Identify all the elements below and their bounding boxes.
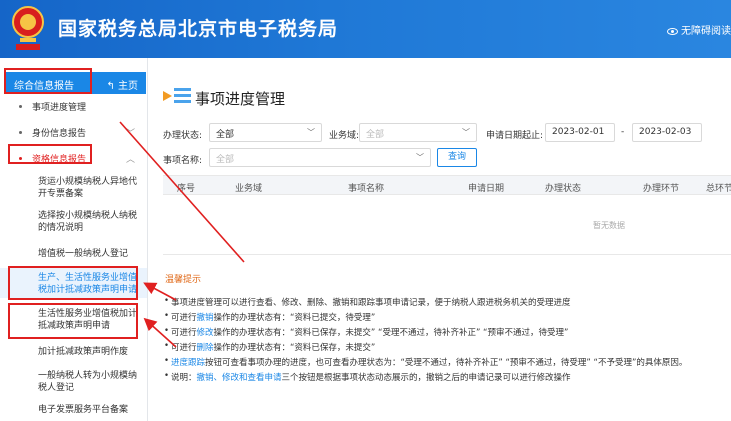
date-end-input[interactable]: 2023-02-03	[632, 123, 702, 142]
chevron-down-icon: ﹀	[125, 129, 135, 139]
accessibility-link[interactable]: 无障碍阅读	[667, 22, 731, 37]
eye-icon	[667, 27, 678, 35]
date-start-input[interactable]: 2023-02-01	[545, 123, 615, 142]
column-header: 办理环节	[643, 184, 680, 194]
sidebar-item-progress[interactable]: 事项进度管理	[0, 100, 147, 114]
tip-text: 事项进度管理可以进行查看、修改、删除、撤销和跟踪事项申请记录，便于纳税人跟进税务…	[171, 298, 571, 308]
site-brand-title: 国家税务总局北京市电子税务局	[58, 18, 339, 40]
status-value: 全部	[216, 130, 235, 140]
sub-item-label: 货运小规模纳税人异地代开专票备案	[38, 177, 138, 199]
sub-item-deduction-void[interactable]: 加计抵减政策声明作废	[0, 346, 147, 360]
sub-item-einvoice[interactable]: 电子发票服务平台备案	[0, 404, 147, 418]
tip-text: 说明：	[171, 373, 197, 383]
sub-item-label: 电子发票服务平台备案	[38, 405, 129, 415]
domain-label: 业务域:	[329, 131, 360, 141]
tip-line: 事项进度管理可以进行查看、修改、删除、撤销和跟踪事项申请记录，便于纳税人跟进税务…	[164, 296, 571, 308]
tip-line: 可进行撤销操作的办理状态有：“资料已提交，待受理”	[164, 311, 376, 323]
page-title: 事项进度管理	[195, 90, 286, 108]
column-header: 业务域	[235, 184, 263, 194]
sub-item-label: 加计抵减政策声明作废	[38, 347, 129, 357]
chevron-down-icon: ﹀	[416, 153, 424, 162]
annotation-box-living	[8, 303, 138, 339]
domain-select[interactable]: 全部 ﹀	[359, 123, 477, 142]
table-header: 序号 业务域 事项名称 申请日期 办理状态 办理环节 总环节	[163, 175, 731, 195]
accessibility-label: 无障碍阅读	[681, 26, 731, 37]
delete-link: 删除	[196, 343, 214, 353]
cancel-link: 撤销	[196, 313, 214, 323]
domain-placeholder: 全部	[366, 130, 385, 140]
tip-text: 按钮可查看事项办理的进度，也可查看办理状态为：“受理不通过，待补齐补正” “预审…	[205, 358, 688, 368]
date-separator: -	[621, 127, 625, 137]
modify-link: 修改	[196, 328, 214, 338]
home-link[interactable]: ↰ 主页	[106, 77, 138, 92]
chevron-down-icon: ﹀	[307, 128, 315, 137]
chevron-up-icon: ︿	[125, 155, 135, 165]
sub-item-label: 增值税一般纳税人登记	[38, 249, 129, 259]
column-header: 总环节	[706, 184, 731, 194]
tip-text: 可进行	[171, 343, 197, 353]
empty-state-text: 暂无数据	[593, 221, 625, 230]
tip-line: 可进行修改操作的办理状态有：“资料已保存，未提交” “受理不通过，待补齐补正” …	[164, 326, 569, 338]
tip-text: 可进行	[171, 328, 197, 338]
sub-item-general-taxpayer[interactable]: 增值税一般纳税人登记	[0, 248, 147, 262]
sidebar-item-label: 身份信息报告	[32, 129, 87, 139]
table-body: 暂无数据	[163, 195, 731, 255]
tip-text: 三个按钮是根据事项状态动态展示的，撤销之后的申请记录可以进行修改操作	[281, 373, 571, 383]
top-header: 国家税务总局北京市电子税务局 无障碍阅读	[0, 0, 731, 58]
sub-item-freight[interactable]: 货运小规模纳税人异地代开专票备案	[0, 176, 147, 204]
main-content: 事项进度管理 办理状态: 全部 ﹀ 业务域: 全部 ﹀ 申请日期起止: 2023…	[149, 58, 731, 421]
tip-text: 操作的办理状态有：“资料已保存，未提交”	[213, 343, 376, 353]
tip-line: 说明：撤销、修改和查看申请三个按钮是根据事项状态动态展示的，撤销之后的申请记录可…	[164, 371, 571, 383]
sub-item-label: 选择按小规模纳税人纳税的情况说明	[38, 211, 138, 233]
annotation-box-section	[4, 68, 92, 94]
tip-text: 操作的办理状态有：“资料已提交，待受理”	[213, 313, 376, 323]
home-label: 主页	[118, 81, 138, 92]
title-arrow-shape	[163, 91, 172, 101]
sub-item-small-scale[interactable]: 选择按小规模纳税人纳税的情况说明	[0, 210, 147, 238]
tips-title: 温馨提示	[165, 275, 202, 285]
item-name-label: 事项名称:	[163, 156, 203, 166]
sub-item-convert-small[interactable]: 一般纳税人转为小规模纳税人登记	[0, 370, 147, 398]
title-bar-shape	[174, 100, 191, 103]
sidebar: 综合信息报告 ↰ 主页 事项进度管理 身份信息报告 ﹀ 资格信息报告 ︿ 货运小…	[0, 58, 148, 421]
tip-line: 进度跟踪按钮可查看事项办理的进度，也可查看办理状态为：“受理不通过，待补齐补正”…	[164, 356, 688, 368]
tip-text: 可进行	[171, 313, 197, 323]
bullet-icon	[19, 131, 22, 134]
column-header: 序号	[177, 184, 196, 194]
tip-line: 可进行删除操作的办理状态有：“资料已保存，未提交”	[164, 341, 376, 353]
tax-emblem-icon	[12, 6, 44, 50]
bullet-icon	[19, 105, 22, 108]
status-select[interactable]: 全部 ﹀	[209, 123, 322, 142]
column-header: 办理状态	[545, 184, 582, 194]
query-button[interactable]: 查询	[437, 148, 477, 167]
annotation-box-production	[8, 266, 138, 300]
actions-link: 撤销、修改和查看申请	[196, 373, 282, 383]
column-header: 事项名称	[348, 184, 385, 194]
item-name-placeholder: 全部	[216, 155, 235, 165]
title-bar-shape	[174, 94, 191, 97]
status-label: 办理状态:	[163, 131, 203, 141]
tip-text: 操作的办理状态有：“资料已保存，未提交” “受理不通过，待补齐补正” “预审不通…	[213, 328, 569, 338]
title-bar-shape	[174, 88, 191, 91]
sidebar-item-label: 事项进度管理	[32, 103, 87, 113]
chevron-down-icon: ﹀	[462, 128, 470, 137]
item-name-select[interactable]: 全部 ﹀	[209, 148, 431, 167]
annotation-box-qualification	[8, 144, 92, 164]
sidebar-item-identity[interactable]: 身份信息报告 ﹀	[0, 126, 147, 140]
date-range-label: 申请日期起止:	[486, 131, 544, 141]
title-icon	[163, 86, 191, 106]
sub-item-label: 一般纳税人转为小规模纳税人登记	[38, 371, 138, 393]
progress-track-link: 进度跟踪	[171, 358, 206, 368]
column-header: 申请日期	[468, 184, 505, 194]
